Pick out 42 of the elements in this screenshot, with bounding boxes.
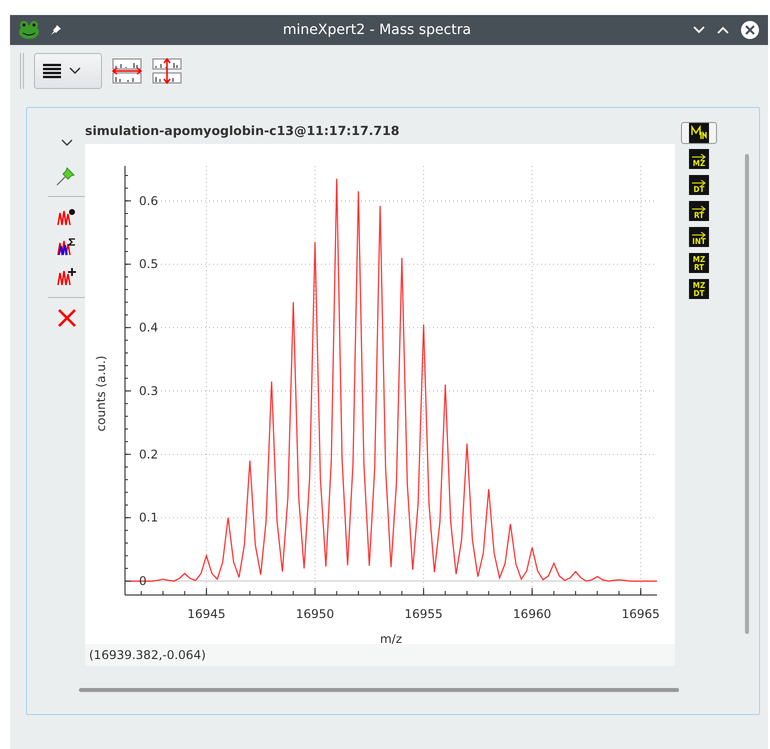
plot-mode-button[interactable]: MZ RT: [688, 252, 710, 274]
x-tick-label: 16955: [404, 607, 443, 621]
x-tick-label: 16965: [622, 607, 660, 621]
horizontal-resize-icon[interactable]: [112, 58, 142, 84]
horizontal-scrollbar[interactable]: [79, 688, 679, 692]
pushpin-icon[interactable]: [56, 164, 78, 186]
plot-mode-button[interactable]: INT: [688, 226, 710, 248]
window-title: mineXpert2 - Mass spectra: [282, 22, 472, 38]
pin-icon[interactable]: [50, 24, 62, 36]
x-tick-label: 16945: [187, 607, 226, 621]
close-icon[interactable]: [740, 20, 760, 40]
plot-mode-button[interactable]: RT: [688, 200, 710, 222]
y-tick-label: 0.3: [139, 384, 158, 398]
plot-title: simulation-apomyoglobin-c13@11:17:17.718: [85, 122, 401, 140]
plot-mode-button[interactable]: MZ DT: [688, 278, 710, 300]
maximize-icon[interactable]: [716, 25, 730, 35]
chevron-down-icon[interactable]: [60, 138, 74, 148]
frog-icon: [18, 20, 40, 40]
spectrum-clear-icon[interactable]: [57, 207, 77, 227]
menu-icon: [43, 63, 61, 79]
vertical-scrollbar[interactable]: [745, 154, 749, 634]
chevron-down-icon: [69, 67, 81, 75]
y-tick-label: 0.4: [139, 320, 158, 335]
y-axis-label: counts (a.u.): [94, 356, 108, 432]
spectrum-sum-icon[interactable]: [57, 237, 77, 257]
plot-mode-button[interactable]: [681, 122, 717, 144]
vertical-resize-icon[interactable]: [152, 58, 182, 84]
y-tick-label: 0.6: [139, 194, 158, 208]
x-tick-label: 16950: [296, 607, 334, 621]
y-tick-label: 0.1: [139, 510, 158, 525]
integration-icon: [689, 123, 709, 143]
close-icon[interactable]: [57, 308, 77, 328]
spectrum-add-icon[interactable]: [57, 267, 77, 287]
plot-mode-button[interactable]: DT: [688, 174, 710, 196]
y-tick-label: 0.5: [139, 257, 158, 272]
minimize-icon[interactable]: [692, 25, 706, 35]
menu-button[interactable]: [34, 53, 102, 89]
plot-mode-button[interactable]: MZ: [688, 148, 710, 170]
x-axis-label: m/z: [380, 632, 402, 644]
cursor-coordinates: (16939.382,-0.064): [85, 644, 675, 666]
x-tick-label: 16960: [513, 607, 552, 621]
y-tick-label: 0.2: [139, 447, 158, 462]
